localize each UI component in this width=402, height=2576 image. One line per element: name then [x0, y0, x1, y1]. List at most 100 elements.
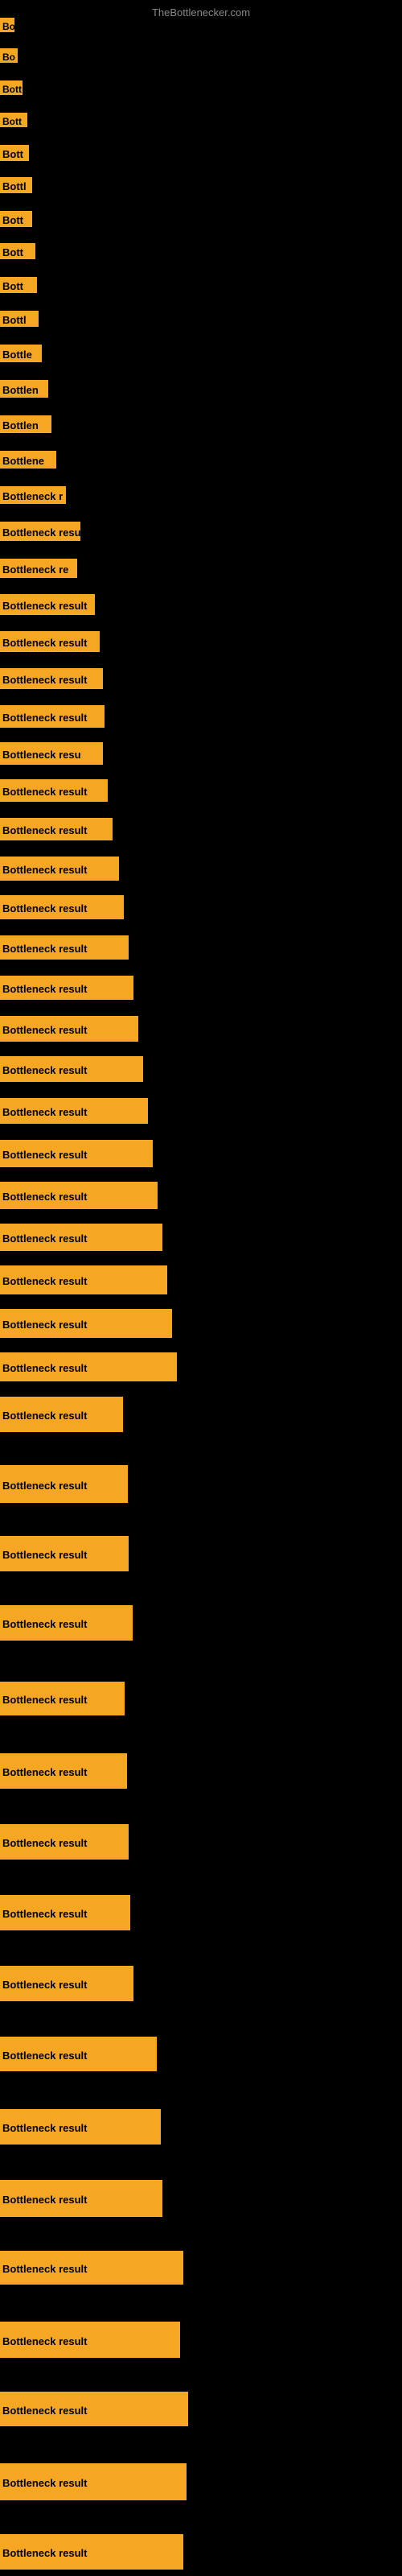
bottleneck-label: Bott	[0, 277, 37, 293]
bottleneck-label: Bottleneck result	[0, 2180, 162, 2217]
bottleneck-label: Bottleneck result	[0, 668, 103, 689]
list-item: Bottleneck result	[0, 779, 108, 802]
list-item: Bottle	[0, 345, 42, 362]
list-item: Bottleneck result	[0, 1309, 172, 1338]
bottleneck-label: Bottleneck r	[0, 486, 66, 504]
bottleneck-label: Bott	[0, 113, 27, 127]
bottleneck-label: Bottleneck result	[0, 1824, 129, 1860]
bottleneck-label: Bottleneck result	[0, 2251, 183, 2285]
bottleneck-label: Bottleneck result	[0, 1016, 138, 1042]
bottleneck-label: Bott	[0, 145, 29, 161]
list-item: Bottleneck result	[0, 1397, 123, 1432]
list-item: Bottleneck result	[0, 2109, 161, 2145]
list-item: Bottleneck r	[0, 486, 66, 504]
bottleneck-label: Bottleneck result	[0, 1397, 123, 1432]
list-item: Bo	[0, 18, 14, 32]
list-item: Bottleneck result	[0, 1682, 125, 1715]
bottleneck-label: Bottleneck result	[0, 705, 105, 728]
bottleneck-label: Bottleneck resu	[0, 742, 103, 765]
list-item: Bottlen	[0, 380, 48, 398]
list-item: Bott	[0, 277, 37, 293]
bottleneck-label: Bott	[0, 80, 23, 95]
list-item: Bottleneck result	[0, 1098, 148, 1124]
bottleneck-label: Bottleneck result	[0, 1352, 177, 1381]
list-item: Bottleneck resu	[0, 742, 103, 765]
list-item: Bottleneck result	[0, 895, 124, 919]
bottleneck-label: Bottleneck result	[0, 1895, 130, 1930]
bottleneck-label: Bottleneck resu	[0, 522, 80, 541]
bottleneck-label: Bottleneck result	[0, 1966, 133, 2001]
bottleneck-label: Bottleneck result	[0, 1056, 143, 1082]
list-item: Bott	[0, 113, 27, 127]
list-item: Bottleneck result	[0, 2251, 183, 2285]
bottleneck-label: Bott	[0, 243, 35, 259]
list-item: Bottlene	[0, 451, 56, 469]
bottleneck-label: Bottleneck result	[0, 1465, 128, 1503]
list-item: Bottleneck result	[0, 1536, 129, 1571]
bottleneck-label: Bottleneck result	[0, 2534, 183, 2570]
list-item: Bott	[0, 145, 29, 161]
bottleneck-label: Bottleneck result	[0, 976, 133, 1000]
bottleneck-label: Bottlen	[0, 415, 51, 433]
bottleneck-label: Bottleneck result	[0, 818, 113, 840]
list-item: Bottlen	[0, 415, 51, 433]
bottleneck-label: Bottleneck result	[0, 857, 119, 881]
list-item: Bottleneck result	[0, 2322, 180, 2358]
list-item: Bottl	[0, 311, 39, 327]
bottleneck-label: Bottl	[0, 177, 32, 193]
bottleneck-label: Bottleneck result	[0, 1605, 133, 1641]
bottleneck-label: Bottleneck result	[0, 2322, 180, 2358]
list-item: Bottleneck result	[0, 1824, 129, 1860]
bottleneck-label: Bottleneck result	[0, 1224, 162, 1251]
bottleneck-label: Bottleneck result	[0, 1753, 127, 1789]
list-item: Bott	[0, 243, 35, 259]
list-item: Bottleneck result	[0, 1753, 127, 1789]
bottleneck-label: Bott	[0, 211, 32, 227]
bottleneck-label: Bottleneck result	[0, 1536, 129, 1571]
bottleneck-label: Bo	[0, 48, 18, 63]
bottleneck-label: Bottl	[0, 311, 39, 327]
bottleneck-label: Bottleneck result	[0, 1140, 153, 1167]
bottleneck-label: Bottleneck result	[0, 1265, 167, 1294]
bottleneck-label: Bo	[0, 18, 14, 32]
list-item: Bottl	[0, 177, 32, 193]
list-item: Bottleneck result	[0, 976, 133, 1000]
list-item: Bottleneck result	[0, 2534, 183, 2570]
bottleneck-label: Bottleneck result	[0, 1182, 158, 1209]
bottleneck-label: Bottlene	[0, 451, 56, 469]
bottleneck-label: Bottleneck result	[0, 631, 100, 652]
bottleneck-label: Bottleneck result	[0, 935, 129, 960]
bottleneck-label: Bottleneck result	[0, 1682, 125, 1715]
list-item: Bottleneck result	[0, 1056, 143, 1082]
list-item: Bottleneck result	[0, 2037, 157, 2071]
list-item: Bottleneck result	[0, 1966, 133, 2001]
list-item: Bottleneck result	[0, 594, 95, 615]
list-item: Bott	[0, 211, 32, 227]
list-item: Bottleneck result	[0, 2392, 188, 2426]
bottleneck-label: Bottleneck re	[0, 559, 77, 578]
bottleneck-label: Bottleneck result	[0, 594, 95, 615]
list-item: Bottleneck result	[0, 935, 129, 960]
list-item: Bottleneck result	[0, 1182, 158, 1209]
list-item: Bottleneck resu	[0, 522, 80, 541]
list-item: Bottleneck result	[0, 1352, 177, 1381]
bottleneck-label: Bottleneck result	[0, 1309, 172, 1338]
list-item: Bottleneck result	[0, 857, 119, 881]
list-item: Bottleneck result	[0, 668, 103, 689]
list-item: Bottleneck result	[0, 1140, 153, 1167]
list-item: Bottleneck result	[0, 2180, 162, 2217]
list-item: Bottleneck result	[0, 705, 105, 728]
list-item: Bottleneck result	[0, 1224, 162, 1251]
list-item: Bo	[0, 48, 18, 63]
bottleneck-label: Bottleneck result	[0, 2392, 188, 2426]
list-item: Bottleneck result	[0, 818, 113, 840]
bottleneck-label: Bottlen	[0, 380, 48, 398]
bottleneck-label: Bottleneck result	[0, 895, 124, 919]
bottleneck-label: Bottleneck result	[0, 1098, 148, 1124]
list-item: Bottleneck re	[0, 559, 77, 578]
list-item: Bottleneck result	[0, 1895, 130, 1930]
bottleneck-label: Bottleneck result	[0, 2463, 187, 2500]
bottleneck-label: Bottleneck result	[0, 2109, 161, 2145]
list-item: Bottleneck result	[0, 1465, 128, 1503]
site-title: TheBottlenecker.com	[0, 2, 402, 22]
